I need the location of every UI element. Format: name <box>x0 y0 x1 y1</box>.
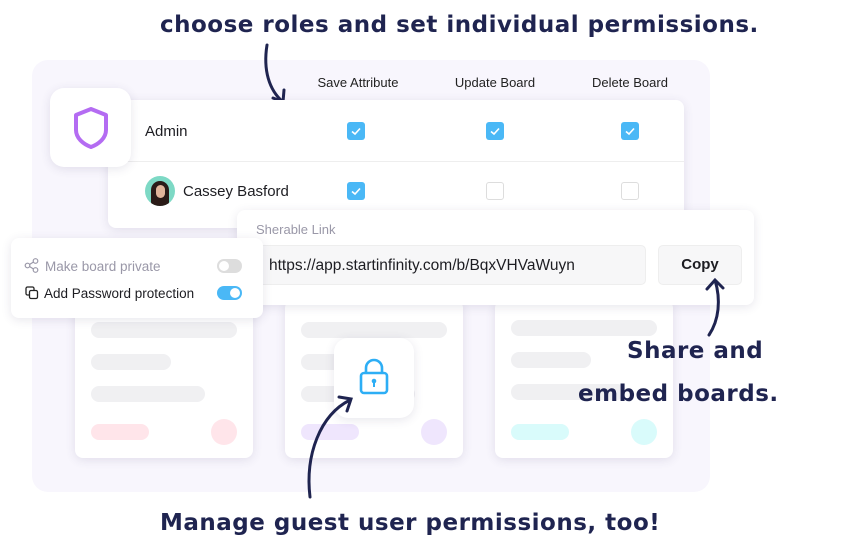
shield-card <box>50 88 131 167</box>
permission-checkbox[interactable] <box>621 122 639 140</box>
row-name-admin: Admin <box>145 123 188 140</box>
arrow-share <box>705 277 725 337</box>
check-icon <box>351 187 361 196</box>
annotation-top: choose roles and set individual permissi… <box>160 12 759 38</box>
share-card: Sherable Link https://app.startinfinity.… <box>237 210 754 305</box>
shield-icon <box>74 107 108 149</box>
arrow-lock <box>307 395 353 499</box>
share-url-input[interactable]: https://app.startinfinity.com/b/BqxVHVaW… <box>256 245 646 285</box>
annotation-bottom: Manage guest user permissions, too! <box>160 510 661 536</box>
privacy-card: Make board private Add Password protecti… <box>11 238 263 318</box>
permission-checkbox[interactable] <box>347 182 365 200</box>
share-nodes-icon <box>24 258 39 273</box>
check-icon <box>625 127 635 136</box>
annotation-share-1: Share and <box>627 338 764 364</box>
check-icon <box>490 127 500 136</box>
lock-icon <box>359 358 389 395</box>
row-name-cassey: Cassey Basford <box>183 183 289 200</box>
permission-checkbox[interactable] <box>347 122 365 140</box>
password-toggle[interactable] <box>217 286 242 300</box>
permission-checkbox[interactable] <box>486 182 504 200</box>
column-delete-board: Delete Board <box>592 75 668 90</box>
avatar <box>145 176 175 206</box>
column-save-attribute: Save Attribute <box>317 75 399 90</box>
share-label: Sherable Link <box>256 222 336 237</box>
annotation-share-2: embed boards. <box>578 381 779 407</box>
board-card-1 <box>75 300 253 458</box>
make-private-label: Make board private <box>45 259 161 274</box>
password-label: Add Password protection <box>44 286 195 301</box>
board-card-3 <box>495 300 673 458</box>
column-update-board: Update Board <box>454 75 536 90</box>
copy-icon <box>25 286 39 300</box>
permissions-table <box>108 100 684 228</box>
permission-checkbox[interactable] <box>486 122 504 140</box>
check-icon <box>351 127 361 136</box>
make-private-toggle[interactable] <box>217 259 242 273</box>
permission-checkbox[interactable] <box>621 182 639 200</box>
